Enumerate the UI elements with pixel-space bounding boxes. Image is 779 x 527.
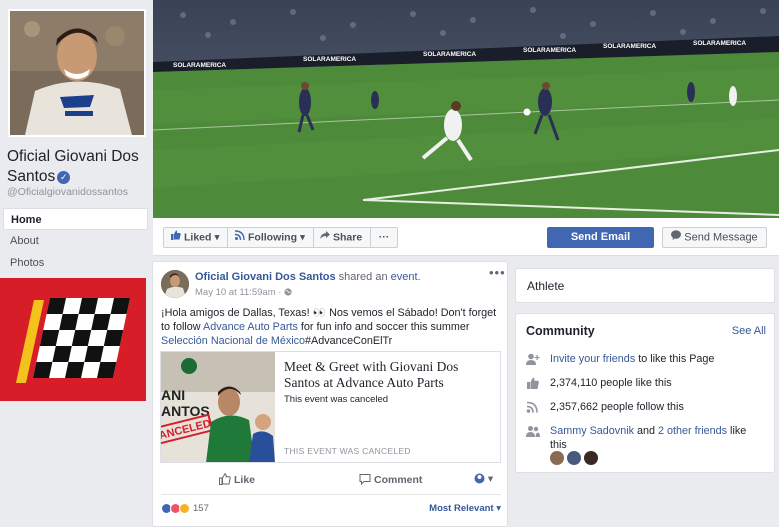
thumbs-up-icon — [526, 377, 540, 389]
post-text: ¡Hola amigos de Dallas, Texas! 👀 Nos vem… — [161, 306, 501, 348]
rss-icon — [526, 401, 540, 413]
friend-avatars — [550, 451, 601, 468]
avatar[interactable] — [550, 451, 564, 465]
page-likes-count: 2,374,110 people like this — [550, 377, 672, 389]
post-header-period: . — [417, 271, 421, 283]
most-relevant-label: Most Relevant — [429, 503, 494, 514]
page-handle: @Oficialgiovanidossantos — [7, 186, 128, 198]
community-box: Community See All Invite your friends to… — [515, 313, 775, 473]
friends-icon — [526, 425, 540, 437]
avatar[interactable] — [584, 451, 598, 465]
comment-bubble-icon — [359, 474, 374, 486]
invite-friends-icon — [526, 353, 540, 365]
banner-text: SOLARAMERICA — [693, 40, 746, 47]
event-image: ANI ANTOS ANCELED — [161, 352, 275, 462]
post-actions: Like Comment ▾ — [161, 467, 501, 495]
cover-photo[interactable]: SOLARAMERICA SOLARAMERICA SOLARAMERICA S… — [153, 0, 779, 218]
banner-text: SOLARAMERICA — [173, 62, 226, 69]
share-label: Share — [333, 231, 363, 244]
advance-auto-parts-link[interactable]: Advance Auto Parts — [203, 321, 298, 333]
thumbs-up-icon — [171, 228, 181, 247]
event-attachment[interactable]: ANI ANTOS ANCELED Meet & Greet with Giov… — [160, 351, 501, 463]
audience-selector[interactable]: ▾ — [474, 473, 493, 485]
nav-home[interactable]: Home — [3, 208, 148, 230]
avatar[interactable] — [567, 451, 581, 465]
page-category[interactable]: Athlete — [527, 279, 564, 293]
thumbs-up-outline-icon — [219, 473, 234, 486]
nav-about[interactable]: About — [3, 230, 148, 252]
chevron-down-icon: ▾ — [214, 231, 220, 244]
event-link[interactable]: event — [391, 271, 418, 283]
see-all-link[interactable]: See All — [732, 325, 766, 337]
verified-badge-icon: ✓ — [57, 171, 71, 184]
post-card: Oficial Giovani Dos Santos shared an eve… — [152, 261, 508, 527]
share-button[interactable]: Share — [313, 227, 370, 248]
page-name: Oficial Giovani Dos Santos — [7, 148, 139, 185]
liked-button[interactable]: Liked ▾ — [163, 227, 227, 248]
post-author-link[interactable]: Oficial Giovani Dos Santos — [195, 271, 336, 283]
avatar-mini-icon — [474, 473, 485, 485]
post-author-avatar[interactable] — [161, 270, 189, 298]
comment-sort-dropdown[interactable]: Most Relevant ▾ — [429, 503, 501, 514]
reaction-count: 157 — [193, 502, 209, 514]
community-title: Community — [526, 324, 595, 338]
following-button[interactable]: Following ▾ — [227, 227, 313, 248]
event-title[interactable]: Meet & Greet with Giovani Dos Santos at … — [284, 359, 496, 391]
post-timestamp[interactable]: May 10 at 11:59am · — [195, 287, 292, 298]
other-friends-link[interactable]: 2 other friends — [658, 425, 727, 437]
reactions-summary[interactable]: 157 — [161, 502, 209, 514]
more-options-button[interactable]: ··· — [370, 227, 398, 248]
post-header: Oficial Giovani Dos Santos shared an eve… — [195, 271, 485, 283]
banner-text: SOLARAMERICA — [603, 43, 656, 50]
chevron-down-icon: ▾ — [487, 473, 494, 485]
chevron-down-icon: ▾ — [299, 231, 306, 244]
liked-label: Liked — [184, 231, 212, 244]
comment-label: Comment — [374, 474, 423, 486]
event-status: This event was canceled — [284, 394, 389, 405]
friend-and: and — [634, 425, 659, 437]
post-date: May 10 at 11:59am · — [195, 287, 285, 298]
wow-reaction-icon — [179, 502, 190, 514]
send-message-button[interactable]: Send Message — [662, 227, 767, 248]
send-email-button[interactable]: Send Email — [547, 227, 654, 248]
friend-name-link[interactable]: Sammy Sadovnik — [550, 425, 634, 437]
rss-icon — [234, 228, 245, 247]
messenger-icon — [671, 228, 682, 247]
page-action-bar: Liked ▾ Following ▾ Share ··· Send Email… — [153, 218, 779, 256]
invite-rest: to like this Page — [635, 353, 715, 365]
checkered-flag-logo-icon — [0, 278, 146, 401]
banner-text: SOLARAMERICA — [523, 47, 576, 54]
share-arrow-icon — [320, 228, 330, 247]
like-label: Like — [234, 474, 256, 486]
post-text-end: #AdvanceConElTr — [305, 335, 393, 347]
post-shared-text: shared an — [335, 271, 391, 283]
nav-photos[interactable]: Photos — [3, 252, 148, 266]
chevron-down-icon: ▾ — [496, 503, 501, 514]
send-message-label: Send Message — [684, 231, 758, 244]
globe-icon — [284, 287, 292, 298]
invite-friends-link[interactable]: Invite your friends — [550, 353, 635, 365]
banner-text: SOLARAMERICA — [303, 56, 356, 63]
advance-auto-parts-ad[interactable] — [0, 278, 146, 401]
like-button[interactable]: Like — [219, 473, 255, 486]
following-label: Following — [248, 231, 297, 244]
event-canceled-label: THIS EVENT WAS CANCELED — [284, 446, 411, 456]
seleccion-mexico-link[interactable]: Selección Nacional de México — [161, 335, 305, 347]
post-footer: 157 Most Relevant ▾ — [161, 500, 501, 518]
post-options-icon[interactable]: ••• — [489, 265, 506, 280]
comment-button[interactable]: Comment — [359, 473, 422, 486]
banner-text: SOLARAMERICA — [423, 51, 476, 58]
page-title[interactable]: Oficial Giovani Dos Santos ✓ — [7, 147, 151, 187]
post-text-mid: for fun info and soccer this summer — [297, 321, 470, 333]
event-image-text: ANI — [161, 387, 185, 403]
profile-picture[interactable] — [8, 9, 146, 137]
page-category-box: Athlete — [515, 268, 775, 303]
page-follows-count: 2,357,662 people follow this — [550, 401, 684, 413]
